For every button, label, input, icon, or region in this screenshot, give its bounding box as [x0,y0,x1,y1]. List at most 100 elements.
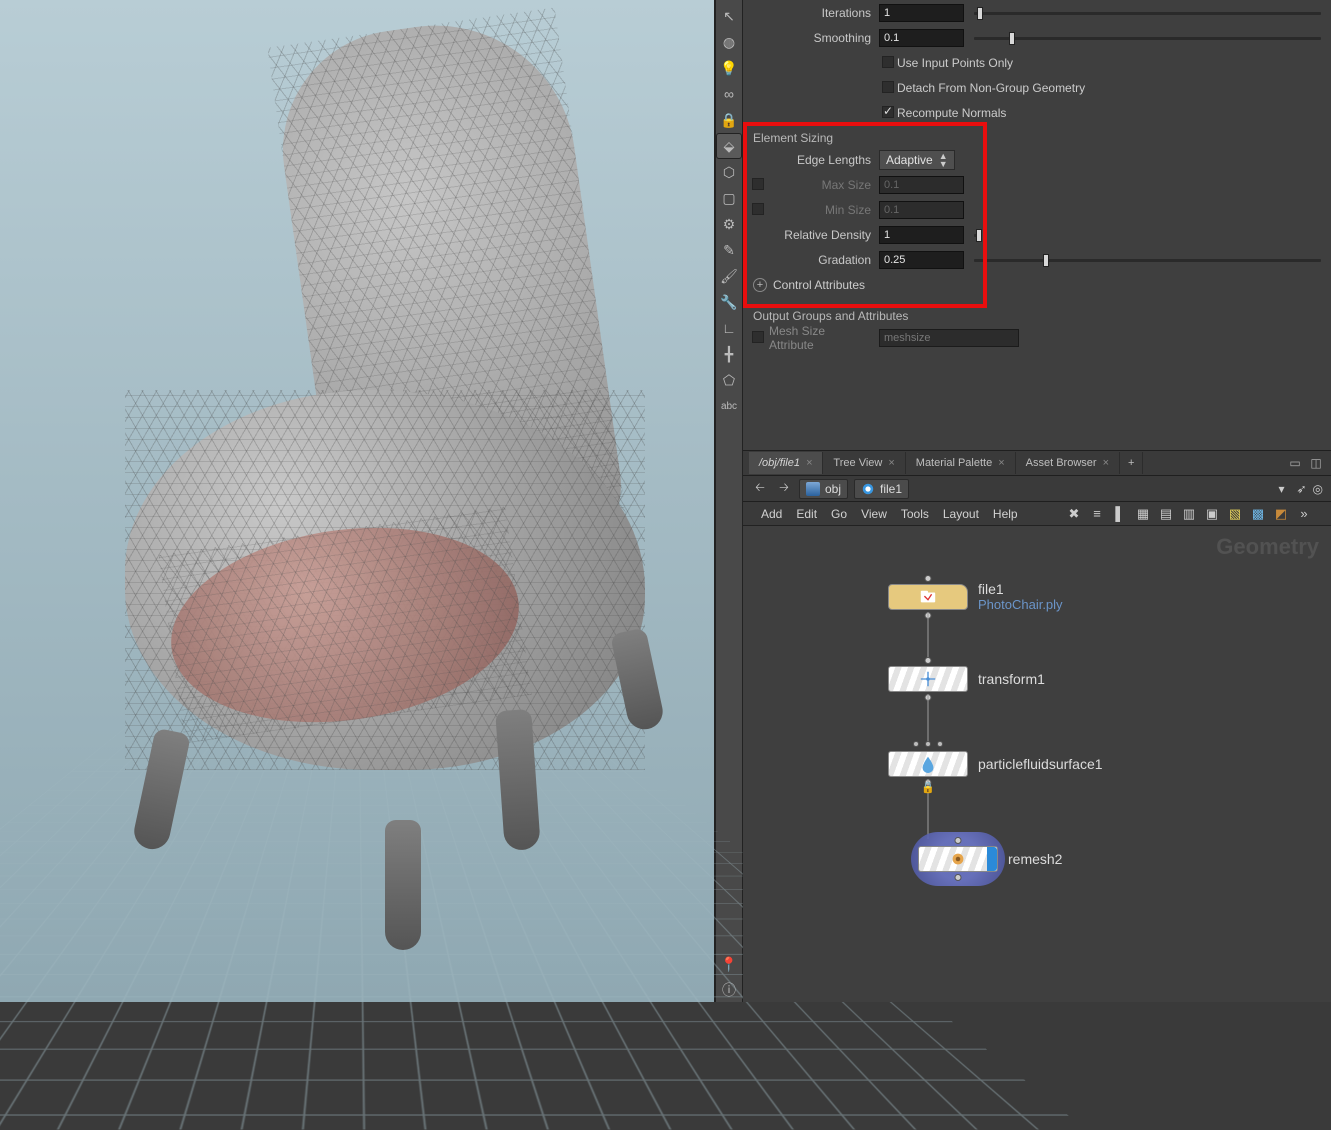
tool-note-icon[interactable]: ▧ [1226,505,1244,523]
node-remesh2[interactable] [918,846,998,872]
tab-add[interactable]: + [1120,452,1143,474]
menu-view[interactable]: View [861,507,887,521]
gear-icon[interactable]: ⚙ [717,212,741,236]
recompute-normals-checkbox[interactable] [882,106,894,118]
remesh-node-icon [949,850,967,868]
node-particlefluidsurface1[interactable] [888,751,968,777]
geo-icon [861,482,875,496]
edge-lengths-dropdown[interactable]: Adaptive ▲▼ [879,150,955,170]
tool-snap-icon[interactable]: ▣ [1203,505,1221,523]
max-size-checkbox[interactable] [752,178,764,190]
smoothing-slider[interactable] [974,37,1321,40]
tool-color1-icon[interactable]: ▤ [1157,505,1175,523]
cursor-icon[interactable]: ↖ [717,4,741,28]
detach-non-group-checkbox[interactable] [882,81,894,93]
tool-list-icon[interactable]: ≡ [1088,505,1106,523]
breadcrumb-obj[interactable]: obj [799,479,848,499]
node-file1-sub: PhotoChair.ply [978,597,1063,612]
mesh-size-attr-checkbox[interactable] [752,331,764,343]
network-menu-bar: Add Edit Go View Tools Layout Help ✖ ≡ ▌… [743,502,1331,526]
node-transform1-label: transform1 [978,671,1045,687]
gradation-label: Gradation [749,253,879,267]
chevron-down-icon[interactable]: ▾ [1272,482,1290,496]
node-file1[interactable] [888,584,968,610]
link-icon[interactable]: ∞ [717,82,741,106]
relative-density-slider[interactable] [974,234,978,237]
brush-icon[interactable]: 🖌 [717,264,741,288]
tab-tree-view[interactable]: Tree View× [823,452,905,474]
network-tabs: /obj/file1× Tree View× Material Palette×… [743,450,1331,476]
element-sizing-header: Element Sizing [753,131,1321,145]
node-remesh2-label: remesh2 [1008,851,1062,867]
menu-help[interactable]: Help [993,507,1018,521]
min-size-input[interactable] [879,201,964,219]
wrench-icon[interactable]: 🔧 [717,290,741,314]
lock-icon: 🔒 [921,781,935,794]
tool-image-icon[interactable]: ▩ [1249,505,1267,523]
target-icon[interactable]: ◎ [1313,482,1323,496]
relative-density-label: Relative Density [749,228,879,242]
tool-align-icon[interactable]: ▌ [1111,505,1129,523]
nav-back-button[interactable]: 🡠 [751,478,769,499]
tool-grid-icon[interactable]: ▦ [1134,505,1152,523]
globe-icon[interactable]: ◍ [717,30,741,54]
lightbulb-icon[interactable]: 💡 [717,56,741,80]
pin-path-icon[interactable]: ➶ [1296,482,1306,496]
nav-forward-button[interactable]: 🡢 [775,478,793,499]
fluid-node-icon [919,755,937,773]
obj-icon [806,482,820,496]
axis-icon[interactable]: ╋ [717,342,741,366]
menu-go[interactable]: Go [831,507,847,521]
gradation-slider[interactable] [974,259,1321,262]
text-icon[interactable]: abc [717,394,741,418]
viewport-3d[interactable] [0,0,715,1002]
poly-icon[interactable]: ⬠ [717,368,741,392]
edge-lengths-label: Edge Lengths [749,153,879,167]
mesh-size-attr-input[interactable] [879,329,1019,347]
menu-layout[interactable]: Layout [943,507,979,521]
mesh-size-attr-label: Mesh Size Attribute [767,324,879,352]
network-canvas[interactable]: Geometry file1 PhotoChair.ply [743,526,1331,1002]
magnet-icon[interactable]: ⬙ [717,134,741,158]
display-flag[interactable] [987,847,997,871]
parameters-panel: Iterations Smoothing Use Input Points On… [743,0,1331,450]
split-icon[interactable]: ◫ [1307,454,1325,472]
iterations-slider[interactable] [974,12,1321,15]
tool-wrench-icon[interactable]: ✖ [1065,505,1083,523]
close-icon[interactable]: × [806,457,812,469]
relative-density-input[interactable] [879,226,964,244]
expand-icon[interactable]: + [753,278,767,292]
control-attributes-label[interactable]: Control Attributes [773,278,865,292]
file-node-icon [919,588,937,606]
lock-icon[interactable]: 🔒 [717,108,741,132]
tab-path[interactable]: /obj/file1× [749,452,823,474]
tab-material-palette[interactable]: Material Palette× [906,452,1016,474]
min-size-label: Min Size [767,203,879,217]
tool-color2-icon[interactable]: ▥ [1180,505,1198,523]
box-icon[interactable]: ▢ [717,186,741,210]
chair-model [75,10,635,930]
node-transform1[interactable] [888,666,968,692]
smoothing-label: Smoothing [749,31,879,45]
detach-non-group-label: Detach From Non-Group Geometry [897,81,1085,95]
menu-edit[interactable]: Edit [796,507,817,521]
menu-add[interactable]: Add [761,507,782,521]
use-input-points-checkbox[interactable] [882,56,894,68]
breadcrumb-file1[interactable]: file1 [854,479,909,499]
tab-asset-browser[interactable]: Asset Browser× [1016,452,1120,474]
smoothing-input[interactable] [879,29,964,47]
node-file1-label: file1 [978,581,1004,597]
tool-chevrons-icon[interactable]: » [1295,505,1313,523]
max-size-input[interactable] [879,176,964,194]
gradation-input[interactable] [879,251,964,269]
min-size-checkbox[interactable] [752,203,764,215]
use-input-points-label: Use Input Points Only [897,56,1013,70]
menu-tools[interactable]: Tools [901,507,929,521]
output-groups-header: Output Groups and Attributes [753,309,1321,323]
ruler-icon[interactable]: ∟ [717,316,741,340]
maximize-icon[interactable]: ▭ [1286,454,1304,472]
pen-icon[interactable]: ✎ [717,238,741,262]
tool-box-icon[interactable]: ◩ [1272,505,1290,523]
hex-icon[interactable]: ⬡ [717,160,741,184]
iterations-input[interactable] [879,4,964,22]
